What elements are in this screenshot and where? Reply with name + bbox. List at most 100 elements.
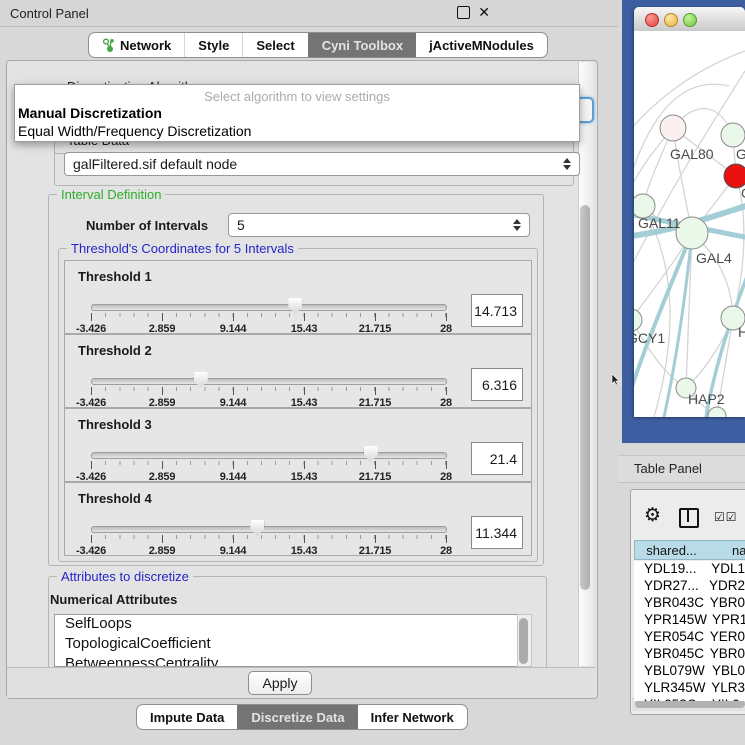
threshold-label: Threshold 3 [78, 417, 152, 432]
close-traffic-light-icon[interactable] [645, 13, 659, 27]
network-node[interactable] [634, 309, 642, 331]
table-cell: YDR2 [704, 578, 745, 595]
network-node-label: GAL80 [670, 146, 714, 162]
slider-thumb[interactable] [194, 372, 208, 388]
popup-item-equal-width[interactable]: Equal Width/Frequency Discretization [15, 122, 579, 140]
zoom-traffic-light-icon[interactable] [683, 13, 697, 27]
column-header-name[interactable]: na [708, 540, 745, 560]
network-node-label: C [741, 185, 745, 201]
tick-label: 21.715 [359, 545, 391, 557]
float-window-icon[interactable] [457, 6, 470, 19]
table-data-value: galFiltered.sif default node [73, 156, 237, 172]
network-node[interactable] [721, 123, 745, 147]
network-node[interactable] [676, 217, 708, 249]
table-cell: YER054C [634, 629, 705, 646]
columns-icon[interactable] [679, 508, 699, 528]
table-cell: YPR145W [634, 612, 707, 629]
tab-label: jActiveMNodules [429, 38, 534, 53]
threshold-value-field[interactable]: 21.4 [471, 442, 523, 475]
network-node-label: H [738, 324, 745, 340]
minimize-traffic-light-icon[interactable] [664, 13, 678, 27]
tab-label: Select [256, 38, 294, 53]
table-cell: YIL0 [707, 697, 740, 701]
threshold-row: Threshold 2 -3.4262.8599.14415.4321.7152… [64, 334, 532, 408]
table-cell: YBR0 [705, 595, 745, 612]
tick-mark [233, 313, 234, 321]
table-row[interactable]: YBR043CYBR0 [634, 595, 745, 612]
column-header-shared[interactable]: shared... [634, 540, 708, 560]
slider-track[interactable] [91, 378, 447, 385]
table-row[interactable]: YER054CYER0 [634, 629, 745, 646]
stepper-icon [563, 158, 571, 170]
table-body: YDL19...YDL1YDR27...YDR2YBR043CYBR0YPR14… [634, 561, 745, 701]
table-cell: YBL0 [707, 663, 745, 680]
numerical-attributes-list: SelfLoops TopologicalCoefficient Between… [54, 614, 518, 667]
table-header-row: shared... na [634, 540, 745, 560]
tick-mark [375, 387, 376, 395]
tab-discretize-data[interactable]: Discretize Data [237, 705, 357, 729]
tick-mark [91, 461, 92, 469]
threshold-value-field[interactable]: 11.344 [471, 516, 523, 549]
tab-infer-network[interactable]: Infer Network [358, 705, 467, 729]
network-node[interactable] [708, 407, 726, 417]
table-cell: YBR043C [634, 595, 705, 612]
table-cell: YER0 [705, 629, 745, 646]
table-row[interactable]: YPR145WYPR1 [634, 612, 745, 629]
threshold-value-field[interactable]: 6.316 [471, 368, 523, 401]
num-intervals-combobox[interactable]: 5 [228, 213, 530, 237]
apply-button[interactable]: Apply [248, 671, 312, 695]
table-cell: YDL19... [634, 561, 706, 578]
slider-thumb[interactable] [364, 446, 378, 462]
slider-thumb[interactable] [288, 298, 302, 314]
table-row[interactable]: YBR045CYBR0 [634, 646, 745, 663]
network-window-titlebar[interactable] [634, 7, 745, 32]
tab-label: Style [198, 38, 229, 53]
list-item[interactable]: BetweennessCentrality [55, 655, 517, 667]
table-row[interactable]: YLR345WYLR3 [634, 680, 745, 697]
table-hscrollbar-thumb[interactable] [635, 700, 745, 708]
tick-mark [304, 461, 305, 469]
table-row[interactable]: YIL052CYIL0 [634, 697, 745, 701]
tab-network[interactable]: Network [89, 33, 184, 57]
table-cell: YBL079W [634, 663, 707, 680]
bottom-tabbar: Impute Data Discretize Data Infer Networ… [136, 704, 468, 730]
table-data-combobox[interactable]: galFiltered.sif default node [64, 152, 580, 176]
popup-item-manual-discretization[interactable]: Manual Discretization [15, 104, 579, 122]
threshold-row: Threshold 4 -3.4262.8599.14415.4321.7152… [64, 482, 532, 556]
threshold-label: Threshold 4 [78, 491, 152, 506]
checkboxes-icon[interactable]: ☑☑ [714, 510, 738, 524]
tab-jactivemnodules[interactable]: jActiveMNodules [416, 33, 547, 57]
list-item[interactable]: TopologicalCoefficient [55, 635, 517, 655]
table-row[interactable]: YBL079WYBL0 [634, 663, 745, 680]
list-scrollbar-thumb[interactable] [519, 618, 528, 664]
slider-track[interactable] [91, 304, 447, 311]
tab-impute-data[interactable]: Impute Data [137, 705, 237, 729]
slider-track[interactable] [91, 452, 447, 459]
tick-mark [233, 387, 234, 395]
table-row[interactable]: YDL19...YDL1 [634, 561, 745, 578]
network-graph: GAL80GACGAL11GAL4GCY1HHAP2 [634, 31, 745, 417]
table-cell: YDR27... [634, 578, 704, 595]
network-canvas[interactable]: GAL80GACGAL11GAL4GCY1HHAP2 [634, 31, 745, 417]
tab-cyni-toolbox[interactable]: Cyni Toolbox [308, 33, 416, 57]
mouse-cursor [611, 374, 620, 386]
tick-label: 9.144 [220, 545, 247, 557]
threshold-label: Threshold 2 [78, 343, 152, 358]
table-row[interactable]: YDR27...YDR2 [634, 578, 745, 595]
slider-track[interactable] [91, 526, 447, 533]
slider-thumb[interactable] [250, 520, 264, 536]
attributes-group-title: Attributes to discretize [57, 569, 193, 584]
tick-label: -3.426 [76, 545, 106, 557]
gear-icon[interactable]: ⚙ [644, 506, 661, 525]
panel-scrollbar-thumb[interactable] [580, 205, 590, 590]
tab-select[interactable]: Select [242, 33, 307, 57]
tab-label: Discretize Data [251, 710, 344, 725]
list-item[interactable]: SelfLoops [55, 615, 517, 635]
network-node[interactable] [660, 115, 686, 141]
num-intervals-value: 5 [237, 217, 245, 233]
tick-mark [304, 313, 305, 321]
tab-style[interactable]: Style [184, 33, 242, 57]
threshold-value-field[interactable]: 14.713 [471, 294, 523, 327]
window-title: Control Panel [10, 6, 89, 21]
close-icon[interactable]: ✕ [478, 4, 490, 21]
